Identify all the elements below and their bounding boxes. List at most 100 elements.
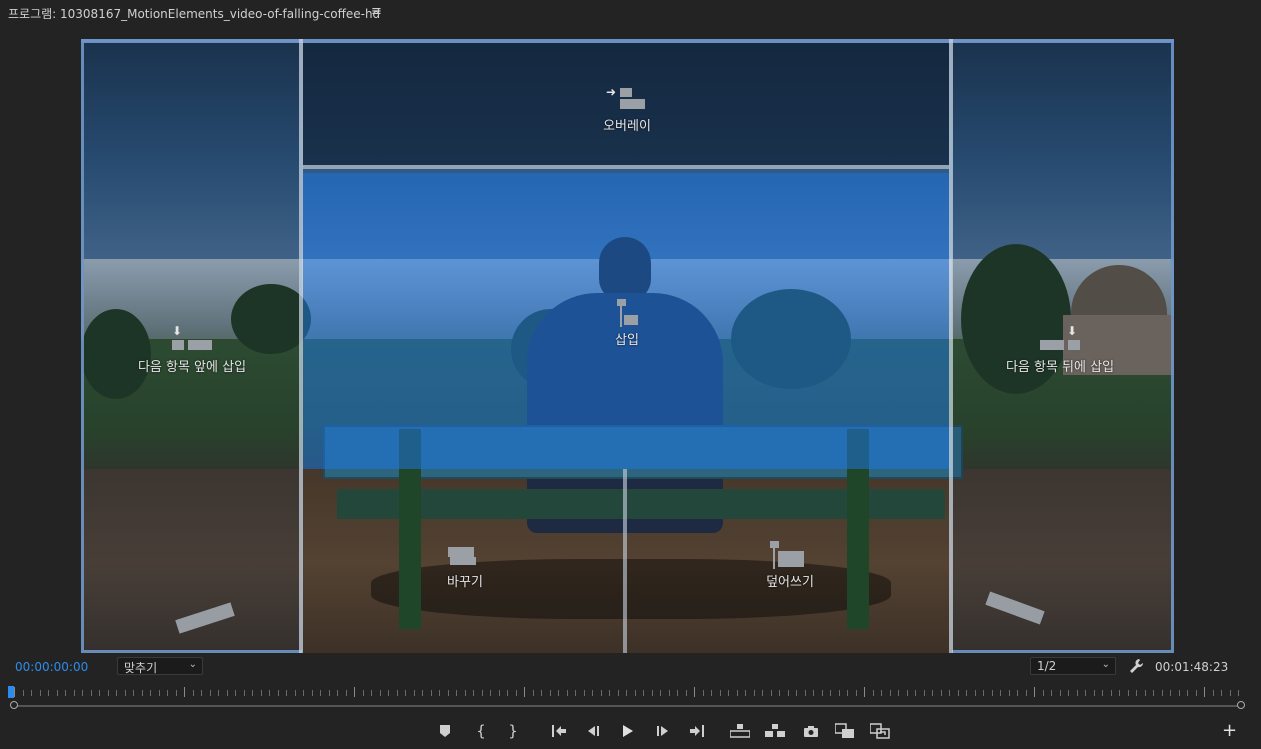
ruler-tick — [652, 690, 653, 696]
playback-resolution-dropdown[interactable]: 1/2 ⌄ — [1030, 657, 1116, 675]
zone-divider-left — [299, 39, 303, 653]
panel-titlebar: 프로그램: 10308167_MotionElements_video-of-f… — [0, 0, 1261, 26]
step-forward-icon[interactable] — [653, 722, 673, 740]
ruler-tick — [278, 690, 279, 696]
ruler-tick — [745, 690, 746, 696]
ruler-tick — [873, 690, 874, 696]
ruler-tick — [320, 690, 321, 696]
ruler-tick — [669, 690, 670, 696]
ruler-tick — [201, 690, 202, 696]
step-back-icon[interactable] — [583, 722, 603, 740]
panel-title[interactable]: 프로그램: 10308167_MotionElements_video-of-f… — [8, 5, 380, 22]
insert-icon[interactable] — [835, 722, 855, 740]
ruler-tick — [65, 690, 66, 696]
ruler-tick — [830, 690, 831, 696]
zoom-fit-dropdown[interactable]: 맞추기 ⌄ — [117, 657, 203, 675]
ruler-tick — [159, 690, 160, 696]
ruler-tick — [1060, 690, 1061, 696]
ruler-tick — [847, 690, 848, 696]
ruler-tick — [762, 690, 763, 696]
ruler-tick — [1196, 690, 1197, 696]
ruler-tick — [218, 690, 219, 696]
extract-icon[interactable] — [765, 722, 785, 740]
ruler-tick — [337, 690, 338, 696]
ruler-tick — [1085, 690, 1086, 696]
ruler-tick — [626, 690, 627, 696]
time-ruler[interactable] — [10, 686, 1246, 700]
insert-after-zone-icon: ⬇ — [1040, 325, 1082, 351]
ruler-tick — [329, 690, 330, 696]
ruler-tick — [499, 690, 500, 696]
ruler-tick — [788, 690, 789, 696]
ruler-tick — [754, 690, 755, 696]
ruler-tick — [1000, 690, 1001, 696]
mark-in-icon[interactable]: { — [471, 722, 491, 740]
playhead[interactable] — [8, 686, 14, 698]
ruler-tick — [1026, 690, 1027, 696]
ruler-tick — [1119, 690, 1120, 696]
scrollbar-handle-left[interactable] — [10, 701, 18, 709]
button-editor-plus-icon[interactable]: + — [1222, 722, 1237, 740]
ruler-tick — [1051, 690, 1052, 696]
ruler-tick — [1043, 690, 1044, 696]
play-icon[interactable] — [618, 722, 638, 740]
go-to-in-icon[interactable] — [549, 722, 569, 740]
ruler-tick — [584, 690, 585, 696]
ruler-tick — [864, 687, 865, 697]
program-monitor-viewer[interactable]: ➜ 오버레이 삽입 ⬇ 다음 항목 앞에 삽입 ⬇ 다음 항목 뒤에 삽입 바꾸… — [81, 39, 1174, 653]
ruler-tick — [966, 690, 967, 696]
ruler-tick — [958, 690, 959, 696]
ruler-tick — [533, 690, 534, 696]
scrollbar-handle-right[interactable] — [1237, 701, 1245, 709]
ruler-tick — [286, 690, 287, 696]
ruler-tick — [244, 690, 245, 696]
hamburger-icon[interactable]: ≡ — [371, 4, 382, 19]
ruler-tick — [609, 690, 610, 696]
ruler-tick — [558, 690, 559, 696]
ruler-tick — [74, 690, 75, 696]
ruler-tick — [465, 690, 466, 696]
ruler-tick — [1213, 690, 1214, 696]
ruler-tick — [890, 690, 891, 696]
chevron-down-icon: ⌄ — [188, 659, 197, 670]
ruler-tick — [907, 690, 908, 696]
ruler-tick — [1145, 690, 1146, 696]
current-timecode[interactable]: 00:00:00:00 — [15, 660, 88, 674]
ruler-tick — [91, 690, 92, 696]
viewer-top-border — [81, 39, 1174, 43]
zone-divider-middle — [623, 469, 627, 653]
overlay-zone-label: 오버레이 — [603, 119, 651, 134]
insert-zone-label: 삽입 — [615, 333, 639, 348]
ruler-tick — [694, 687, 695, 697]
overwrite-icon[interactable] — [870, 722, 890, 740]
ruler-tick — [1068, 690, 1069, 696]
ruler-tick — [167, 690, 168, 696]
zoom-scrollbar[interactable] — [14, 705, 1242, 707]
ruler-tick — [915, 690, 916, 696]
go-to-out-icon[interactable] — [687, 722, 707, 740]
ruler-tick — [346, 690, 347, 696]
ruler-tick — [1077, 690, 1078, 696]
ruler-tick — [1230, 690, 1231, 696]
lift-icon[interactable] — [730, 722, 750, 740]
duration-timecode: 00:01:48:23 — [1155, 660, 1229, 674]
mark-out-icon[interactable]: } — [503, 722, 523, 740]
playback-resolution-value: 1/2 — [1037, 659, 1057, 673]
ruler-tick — [567, 690, 568, 696]
ruler-tick — [176, 690, 177, 696]
ruler-tick — [1162, 690, 1163, 696]
ruler-tick — [601, 690, 602, 696]
wrench-settings-icon[interactable] — [1128, 657, 1144, 675]
add-marker-icon[interactable] — [435, 722, 455, 740]
export-frame-icon[interactable] — [801, 722, 821, 740]
ruler-tick — [371, 690, 372, 696]
ruler-tick — [363, 690, 364, 696]
ruler-tick — [1179, 690, 1180, 696]
ruler-tick — [516, 690, 517, 696]
insert-before-zone-label: 다음 항목 앞에 삽입 — [137, 360, 247, 375]
replace-zone-label: 바꾸기 — [447, 575, 483, 590]
ruler-tick — [473, 690, 474, 696]
ruler-tick — [932, 690, 933, 696]
overwrite-zone-label: 덮어쓰기 — [766, 575, 814, 590]
ruler-tick — [116, 690, 117, 696]
